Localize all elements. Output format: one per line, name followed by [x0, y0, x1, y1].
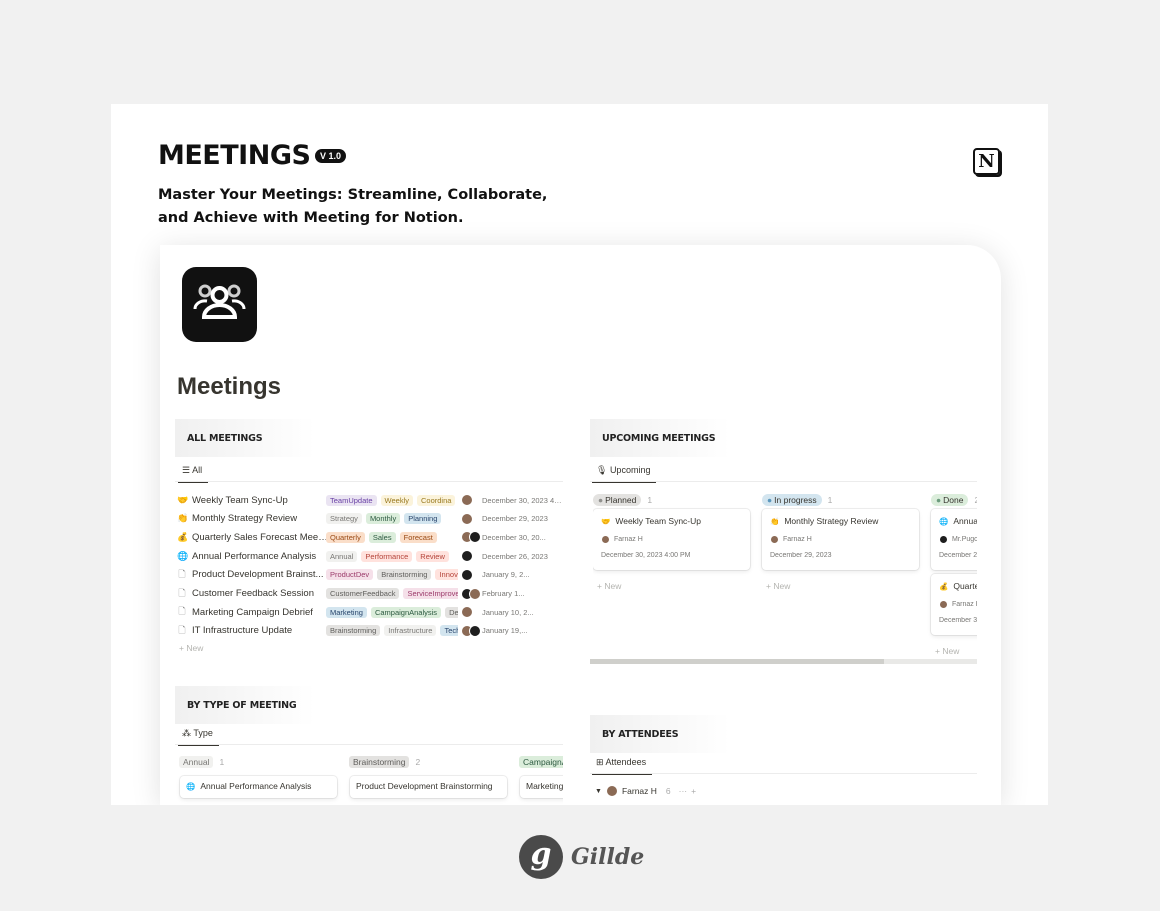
card-icon: 🌐	[939, 517, 949, 526]
avatar	[939, 535, 948, 544]
card-icon: 🤝	[601, 517, 611, 526]
attendee-group-header[interactable]: ▼ Farnaz H 6 ··· +	[595, 785, 696, 797]
type-label: Brainstorming	[349, 756, 410, 768]
board-column: ●Done 2 🌐 Annual Performance Analysis Mr.Pug…	[931, 490, 977, 655]
card-icon: 💰	[939, 582, 949, 591]
avatar	[605, 785, 618, 797]
board-card[interactable]: 🤝 Weekly Team Sync-Up Farnaz H December 30,…	[593, 509, 750, 570]
status-label: Done	[943, 495, 964, 505]
scrollbar-thumb[interactable]	[590, 659, 885, 664]
card-person: Farnaz H	[770, 535, 911, 544]
status-dot: ●	[936, 495, 942, 505]
status-label: Planned	[605, 495, 637, 505]
template-preview-panel: MEETINGS V 1.0 Master Your Meetings: Str…	[111, 104, 1048, 805]
group-count: 2	[415, 757, 421, 767]
card-title: 👏 Monthly Strategy Review	[770, 516, 911, 526]
card-title-text: Monthly Strategy Review	[784, 516, 879, 526]
card-title: 🤝 Weekly Team Sync-Up	[601, 516, 742, 526]
status-dot: ●	[598, 495, 604, 505]
section-heading-by-attendees: BY ATTENDEES	[590, 715, 730, 753]
column-count: 1	[827, 495, 833, 505]
person-name: Farnaz H	[614, 536, 643, 543]
type-card[interactable]: Product Development Brainstorming	[350, 776, 507, 798]
card-title: 💰 Quarterly Sales Forecast Meeting	[939, 581, 977, 591]
avatar	[601, 535, 610, 544]
board-column: ● In progress 1 👏 Monthly Strategy Review Far…	[762, 490, 920, 591]
status-badge: ● Planned	[593, 494, 642, 506]
person-name: Mr.Pugo	[952, 536, 977, 543]
column-count: 2	[974, 495, 977, 505]
avatar	[939, 600, 948, 609]
status-badge: ● Done	[931, 494, 969, 506]
notion-page-preview: Meetings ALL MEETINGS ☰ All 🤝 Weekly Team…	[160, 245, 1001, 805]
template-subtitle: Master Your Meetings: Streamline, Collab…	[158, 187, 548, 226]
avatar	[770, 535, 779, 544]
card-title: Annual Performance Analysis	[200, 781, 312, 791]
board-card[interactable]: 👏 Monthly Strategy Review Farnaz H December…	[762, 509, 919, 570]
card-person: Farnaz H	[601, 535, 742, 544]
board-card[interactable]: 🌐 Annual Performance Analysis Mr.Pugo Decem…	[931, 509, 977, 570]
card-title-text: Weekly Team Sync-Up	[615, 516, 702, 526]
new-card-button[interactable]: + New	[766, 581, 790, 591]
attendee-count: 6	[665, 786, 671, 796]
group-count: 1	[219, 757, 225, 767]
column-count: 1	[647, 495, 653, 505]
horizontal-scrollbar[interactable]	[590, 659, 977, 664]
kanban-board: ● Planned 1 🤝 Weekly Team Sync-Up Farnaz H Dec…	[593, 245, 977, 655]
card-title-text: Annual Performance Analysis	[953, 516, 977, 526]
brand-footer: g Gillde	[519, 835, 644, 879]
card-person: Mr.Pugo	[939, 535, 977, 544]
brand-name: Gillde	[571, 844, 645, 870]
card-title: 🌐 Annual Performance Analysis	[939, 516, 977, 526]
card-date: December 30, 2023	[939, 617, 977, 624]
column-header: ● Planned 1	[593, 490, 751, 508]
attendee-name: Farnaz H	[621, 786, 657, 796]
new-label: New	[942, 646, 960, 655]
status-label: In progress	[774, 495, 817, 505]
card-date: December 29, 2023	[770, 552, 832, 559]
board-column: ● Planned 1 🤝 Weekly Team Sync-Up Farnaz H Dec…	[593, 490, 751, 591]
card-title: Marketing Campaign Debrief	[526, 781, 563, 791]
version-badge: V 1.0	[315, 149, 347, 163]
type-card[interactable]: Marketing Campaign Debrief	[520, 776, 563, 798]
new-card-button[interactable]: + New	[935, 646, 959, 655]
gillde-logo-icon: g	[519, 835, 563, 879]
notion-logo-icon: N	[973, 148, 1000, 175]
board-card[interactable]: 💰 Quarterly Sales Forecast Meeting Farnaz …	[931, 574, 977, 635]
person-name: Farnaz H	[952, 601, 977, 608]
card-date: December 26, 2023	[939, 552, 977, 559]
new-card-button[interactable]: + New	[597, 581, 621, 591]
divider	[590, 773, 977, 774]
status-badge: ● In progress	[762, 494, 822, 506]
card-icon: 🌐	[186, 782, 196, 791]
column-header: ● Done 2	[931, 490, 977, 508]
card-icon: 👏	[770, 517, 780, 526]
tab-label: Attendees	[605, 757, 647, 767]
collapse-triangle-icon[interactable]: ▼	[595, 788, 602, 795]
card-person: Farnaz H	[939, 600, 977, 609]
type-label: Annual	[179, 756, 214, 768]
type-group-header: Brainstorming 2	[349, 752, 420, 770]
type-label: CampaignAnalysis	[519, 756, 563, 768]
type-group-header: Annual 1	[179, 752, 224, 770]
template-title: MEETINGS	[158, 140, 311, 171]
person-name: Farnaz H	[783, 536, 812, 543]
add-icon[interactable]: +	[691, 786, 696, 796]
status-dot: ●	[767, 495, 773, 505]
new-label: New	[604, 581, 622, 591]
more-options-icon[interactable]: ···	[679, 786, 688, 796]
type-card[interactable]: 🌐 Annual Performance Analysis	[180, 776, 337, 798]
card-title: Product Development Brainstorming	[356, 781, 493, 791]
type-group-header: CampaignAnalysis	[519, 752, 563, 770]
column-header: ● In progress 1	[762, 490, 920, 508]
card-date: December 30, 2023 4:00 PM	[601, 552, 691, 559]
card-title-text: Quarterly Sales Forecast Meeting	[953, 581, 977, 591]
new-label: New	[773, 581, 791, 591]
